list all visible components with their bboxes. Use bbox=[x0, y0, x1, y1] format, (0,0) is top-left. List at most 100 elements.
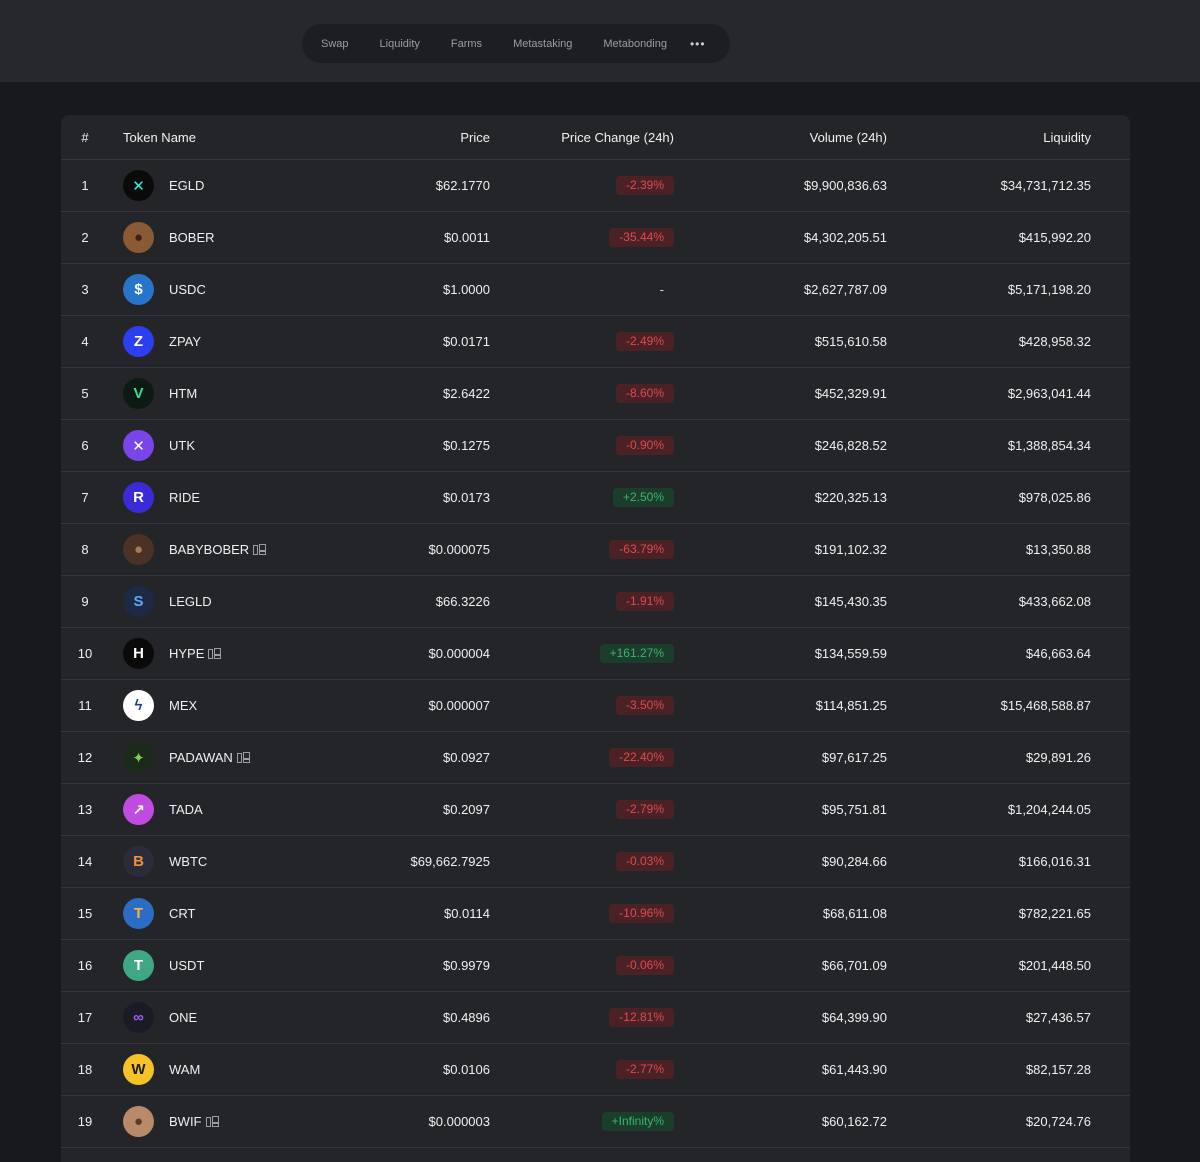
price-change-cell: -0.06% bbox=[521, 940, 674, 991]
table-row[interactable]: 6 ✕ UTK $0.1275 -0.90% $246,828.52 $1,388,854.… bbox=[61, 420, 1130, 472]
token-name: BWIF bbox=[169, 1114, 202, 1129]
token-name: USDC bbox=[169, 282, 206, 297]
table-row[interactable]: 18 W WAM $0.0106 -2.77% $61,443.90 $82,157.28 bbox=[61, 1044, 1130, 1096]
row-index: 19 bbox=[77, 1114, 93, 1129]
nav-liquidity[interactable]: Liquidity bbox=[380, 38, 420, 50]
table-row[interactable]: 7 R RIDE $0.0173 +2.50% $220,325.13 $978,025.8… bbox=[61, 472, 1130, 524]
table-row[interactable]: 16 T USDT $0.9979 -0.06% $66,701.09 $201,448.5… bbox=[61, 940, 1130, 992]
price-cell: $1.0000 bbox=[443, 282, 490, 297]
token-name-cell[interactable]: H HYPE bbox=[123, 628, 373, 679]
token-name: WAM bbox=[169, 1062, 201, 1077]
token-name-cell[interactable]: ∞ ONE bbox=[123, 992, 373, 1043]
header-liquidity[interactable]: Liquidity bbox=[921, 115, 1091, 159]
token-name-cell[interactable]: ● BABYBOBER bbox=[123, 524, 373, 575]
hype-icon: H bbox=[123, 638, 154, 669]
price-change-cell: -22.40% bbox=[521, 732, 674, 783]
nav-swap[interactable]: Swap bbox=[321, 38, 349, 50]
token-name: BABYBOBER bbox=[169, 542, 250, 557]
nav-metabonding[interactable]: Metabonding bbox=[603, 38, 667, 50]
price-change-cell: +Infinity% bbox=[521, 1096, 674, 1147]
row-index: 14 bbox=[77, 854, 93, 869]
header-price-change[interactable]: Price Change (24h) bbox=[521, 115, 674, 159]
top-bar: Swap Liquidity Farms Metastaking Metabon… bbox=[0, 0, 1200, 82]
token-name-cell[interactable]: B WBTC bbox=[123, 836, 373, 887]
header-price[interactable]: Price bbox=[361, 115, 490, 159]
table-row[interactable]: 17 ∞ ONE $0.4896 -12.81% $64,399.90 $27,436.57 bbox=[61, 992, 1130, 1044]
header-token-name[interactable]: Token Name bbox=[123, 115, 373, 159]
token-name-cell[interactable]: ✦ PADAWAN bbox=[123, 732, 373, 783]
row-index: 15 bbox=[77, 906, 93, 921]
liquidity-cell: $20,724.76 bbox=[1025, 1114, 1091, 1129]
table-row[interactable]: 3 $ USDC $1.0000 - $2,627,787.09 $5,171,198.20 bbox=[61, 264, 1130, 316]
price-change-cell: -2.79% bbox=[521, 784, 674, 835]
change-badge: -8.60% bbox=[615, 384, 674, 403]
price-cell: $69,662.7925 bbox=[410, 854, 490, 869]
change-badge: -0.90% bbox=[615, 436, 674, 455]
price-cell: $0.000003 bbox=[428, 1114, 490, 1129]
volume-cell: $134,559.59 bbox=[814, 646, 887, 661]
liquidity-cell: $82,157.28 bbox=[1025, 1062, 1091, 1077]
token-name-cell[interactable]: $ USDC bbox=[123, 264, 373, 315]
nav-farms[interactable]: Farms bbox=[451, 38, 482, 50]
token-name-cell[interactable]: ✕ EGLD bbox=[123, 160, 373, 211]
table-row[interactable]: 13 ↗ TADA $0.2097 -2.79% $95,751.81 $1,204,244… bbox=[61, 784, 1130, 836]
row-index: 1 bbox=[81, 178, 89, 193]
row-index: 7 bbox=[81, 490, 89, 505]
nav-metastaking[interactable]: Metastaking bbox=[513, 38, 572, 50]
liquidity-cell: $27,436.57 bbox=[1025, 1010, 1091, 1025]
table-row[interactable] bbox=[61, 1148, 1130, 1162]
row-index: 4 bbox=[81, 334, 89, 349]
token-name-cell[interactable]: ● BOBER bbox=[123, 212, 373, 263]
change-badge: +161.27% bbox=[599, 644, 674, 663]
token-name-cell[interactable]: R RIDE bbox=[123, 472, 373, 523]
token-name-cell[interactable]: ↗ TADA bbox=[123, 784, 373, 835]
token-name-cell[interactable]: W WAM bbox=[123, 1044, 373, 1095]
volume-cell: $114,851.25 bbox=[815, 698, 887, 713]
table-row[interactable]: 15 T CRT $0.0114 -10.96% $68,611.08 $782,221.6… bbox=[61, 888, 1130, 940]
token-name-cell[interactable]: ϟ MEX bbox=[123, 680, 373, 731]
table-row[interactable]: 9 S LEGLD $66.3226 -1.91% $145,430.35 $433,662… bbox=[61, 576, 1130, 628]
token-name-cell[interactable]: S LEGLD bbox=[123, 576, 373, 627]
price-change-cell: -0.90% bbox=[521, 420, 674, 471]
padawan-icon: ✦ bbox=[123, 742, 154, 773]
header-index[interactable]: # bbox=[61, 115, 109, 159]
table-row[interactable]: 2 ● BOBER $0.0011 -35.44% $4,302,205.51 $415,9… bbox=[61, 212, 1130, 264]
price-cell: $0.0106 bbox=[443, 1062, 490, 1077]
table-row[interactable]: 10 H HYPE $0.000004 +161.27% $134,559.59 $46,6… bbox=[61, 628, 1130, 680]
bober-icon: ● bbox=[123, 222, 154, 253]
change-badge: -10.96% bbox=[609, 904, 674, 923]
table-row[interactable]: 14 B WBTC $69,662.7925 -0.03% $90,284.66 $166,… bbox=[61, 836, 1130, 888]
table-row[interactable]: 19 ● BWIF $0.000003 +Infinity% $60,162.72 $20,… bbox=[61, 1096, 1130, 1148]
volume-cell: $66,701.09 bbox=[821, 958, 887, 973]
token-name: BOBER bbox=[169, 230, 215, 245]
token-name-cell[interactable]: T USDT bbox=[123, 940, 373, 991]
table-row[interactable]: 8 ● BABYBOBER $0.000075 -63.79% $191,102.32 $1… bbox=[61, 524, 1130, 576]
table-row[interactable]: 5 V HTM $2.6422 -8.60% $452,329.91 $2,963,041.… bbox=[61, 368, 1130, 420]
token-name-cell[interactable]: ✕ UTK bbox=[123, 420, 373, 471]
token-name-cell[interactable]: Z ZPAY bbox=[123, 316, 373, 367]
table-row[interactable]: 1 ✕ EGLD $62.1770 -2.39% $9,900,836.63 $34,731… bbox=[61, 160, 1130, 212]
price-change-cell: -35.44% bbox=[521, 212, 674, 263]
token-name: LEGLD bbox=[169, 594, 212, 609]
table-row[interactable]: 4 Z ZPAY $0.0171 -2.49% $515,610.58 $428,958.3… bbox=[61, 316, 1130, 368]
zpay-icon: Z bbox=[123, 326, 154, 357]
table-row[interactable]: 12 ✦ PADAWAN $0.0927 -22.40% $97,617.25 $29,89… bbox=[61, 732, 1130, 784]
token-name-cell[interactable]: ● BWIF bbox=[123, 1096, 373, 1147]
price-change-cell: -8.60% bbox=[521, 368, 674, 419]
change-badge: -1.91% bbox=[615, 592, 674, 611]
table-row[interactable]: 11 ϟ MEX $0.000007 -3.50% $114,851.25 $15,468,… bbox=[61, 680, 1130, 732]
more-icon[interactable]: ••• bbox=[690, 37, 706, 51]
header-volume[interactable]: Volume (24h) bbox=[701, 115, 887, 159]
token-name: CRT bbox=[169, 906, 196, 921]
token-name-cell[interactable]: V HTM bbox=[123, 368, 373, 419]
change-badge: -2.77% bbox=[615, 1060, 674, 1079]
row-index: 3 bbox=[81, 282, 89, 297]
change-badge: -22.40% bbox=[609, 748, 674, 767]
token-name-cell[interactable]: T CRT bbox=[123, 888, 373, 939]
liquidity-cell: $1,204,244.05 bbox=[1007, 802, 1091, 817]
token-name: WBTC bbox=[169, 854, 208, 869]
change-badge: -2.39% bbox=[615, 176, 674, 195]
price-change-cell: -12.81% bbox=[521, 992, 674, 1043]
change-badge: -3.50% bbox=[615, 696, 674, 715]
row-index: 16 bbox=[77, 958, 93, 973]
